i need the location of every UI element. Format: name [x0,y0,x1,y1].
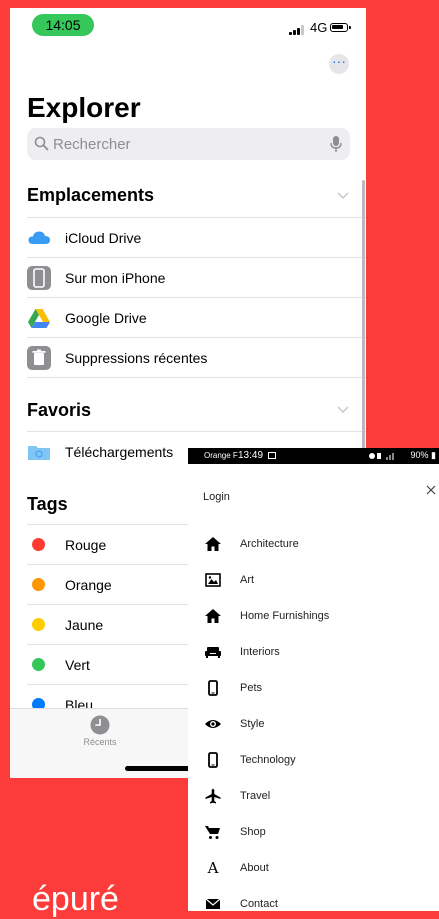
background-caption: épuré [32,880,119,918]
menu-item-interiors[interactable]: Interiors [203,642,433,662]
airplane-icon [205,788,221,804]
sofa-icon [205,647,221,658]
clock-icon [90,715,110,735]
menu-item-home-furnishings[interactable]: Home Furnishings [203,606,433,626]
location-item-google-drive[interactable]: Google Drive [27,297,366,337]
menu-item-architecture[interactable]: Architecture [203,534,433,554]
location-label: Suppressions récentes [65,350,208,366]
location-item-recently-deleted[interactable]: Suppressions récentes [27,337,366,377]
menu-item-shop[interactable]: Shop [203,822,433,842]
chevron-down-icon[interactable] [337,192,349,200]
favorite-label: Téléchargements [65,444,174,460]
login-link[interactable]: Login [203,491,230,503]
orange-tag-icon [32,578,45,591]
location-label: Google Drive [65,310,147,326]
iphone-icon [27,266,51,290]
scrollbar[interactable] [362,180,365,470]
cart-icon [205,826,220,839]
status-battery: 90% ▮ [410,450,436,460]
network-type: 4G [310,20,328,35]
status-time: 14:05 [32,14,94,36]
search-placeholder: Rechercher [53,136,131,153]
search-input[interactable]: Rechercher [27,128,350,160]
phone-icon [208,680,218,696]
tag-label: Vert [65,657,90,673]
home-icon [205,537,221,551]
status-operator: Orange F [204,451,238,460]
red-tag-icon [32,538,45,551]
menu-item-travel[interactable]: Travel [203,786,433,806]
icloud-icon [28,231,50,244]
eye-icon [205,720,221,728]
more-options-button[interactable]: ··· [329,54,349,74]
section-favorites-header[interactable]: Favoris [27,400,91,421]
downloads-folder-icon [28,446,50,460]
menu-item-pets[interactable]: Pets [203,678,433,698]
search-icon [34,136,49,151]
tab-recents[interactable]: Récents [82,715,118,747]
location-item-icloud[interactable]: iCloud Drive [27,217,366,257]
android-status-bar: Orange F 13:49 90% ▮ [188,448,439,464]
menu-item-art[interactable]: Art [203,570,433,590]
status-time: 13:49 [238,450,264,461]
page-title: Explorer [27,92,141,123]
divider [27,377,366,378]
tag-label: Jaune [65,617,104,633]
close-icon[interactable] [426,485,436,495]
ios-status-bar: 14:05 4G [10,8,366,48]
phone-icon [208,752,218,768]
mail-icon [205,898,221,909]
menu-item-contact[interactable]: Contact [203,894,433,911]
tab-recents-label: Récents [83,737,117,747]
image-notification-icon [268,452,276,459]
location-item-iphone[interactable]: Sur mon iPhone [27,257,366,297]
battery-icon [330,23,351,32]
image-icon [205,573,221,587]
google-drive-icon [28,309,50,328]
android-menu-screen: Orange F 13:49 90% ▮ Login Architecture … [188,448,439,911]
chevron-down-icon[interactable] [337,406,349,414]
tag-label: Orange [65,577,112,593]
home-icon [205,609,221,623]
trash-icon [27,346,51,370]
menu-item-style[interactable]: Style [203,714,433,734]
section-locations-header[interactable]: Emplacements [27,185,154,206]
cellular-signal-icon [289,25,307,35]
location-label: Sur mon iPhone [65,270,166,286]
yellow-tag-icon [32,618,45,631]
section-tags-header[interactable]: Tags [27,494,68,515]
letter-a-icon: A [207,859,219,877]
location-label: iCloud Drive [65,230,142,246]
green-tag-icon [32,658,45,671]
menu-item-about[interactable]: A About [203,858,433,878]
microphone-icon[interactable] [330,135,342,153]
status-icons [369,453,394,460]
menu-item-technology[interactable]: Technology [203,750,433,770]
tag-label: Rouge [65,537,107,553]
